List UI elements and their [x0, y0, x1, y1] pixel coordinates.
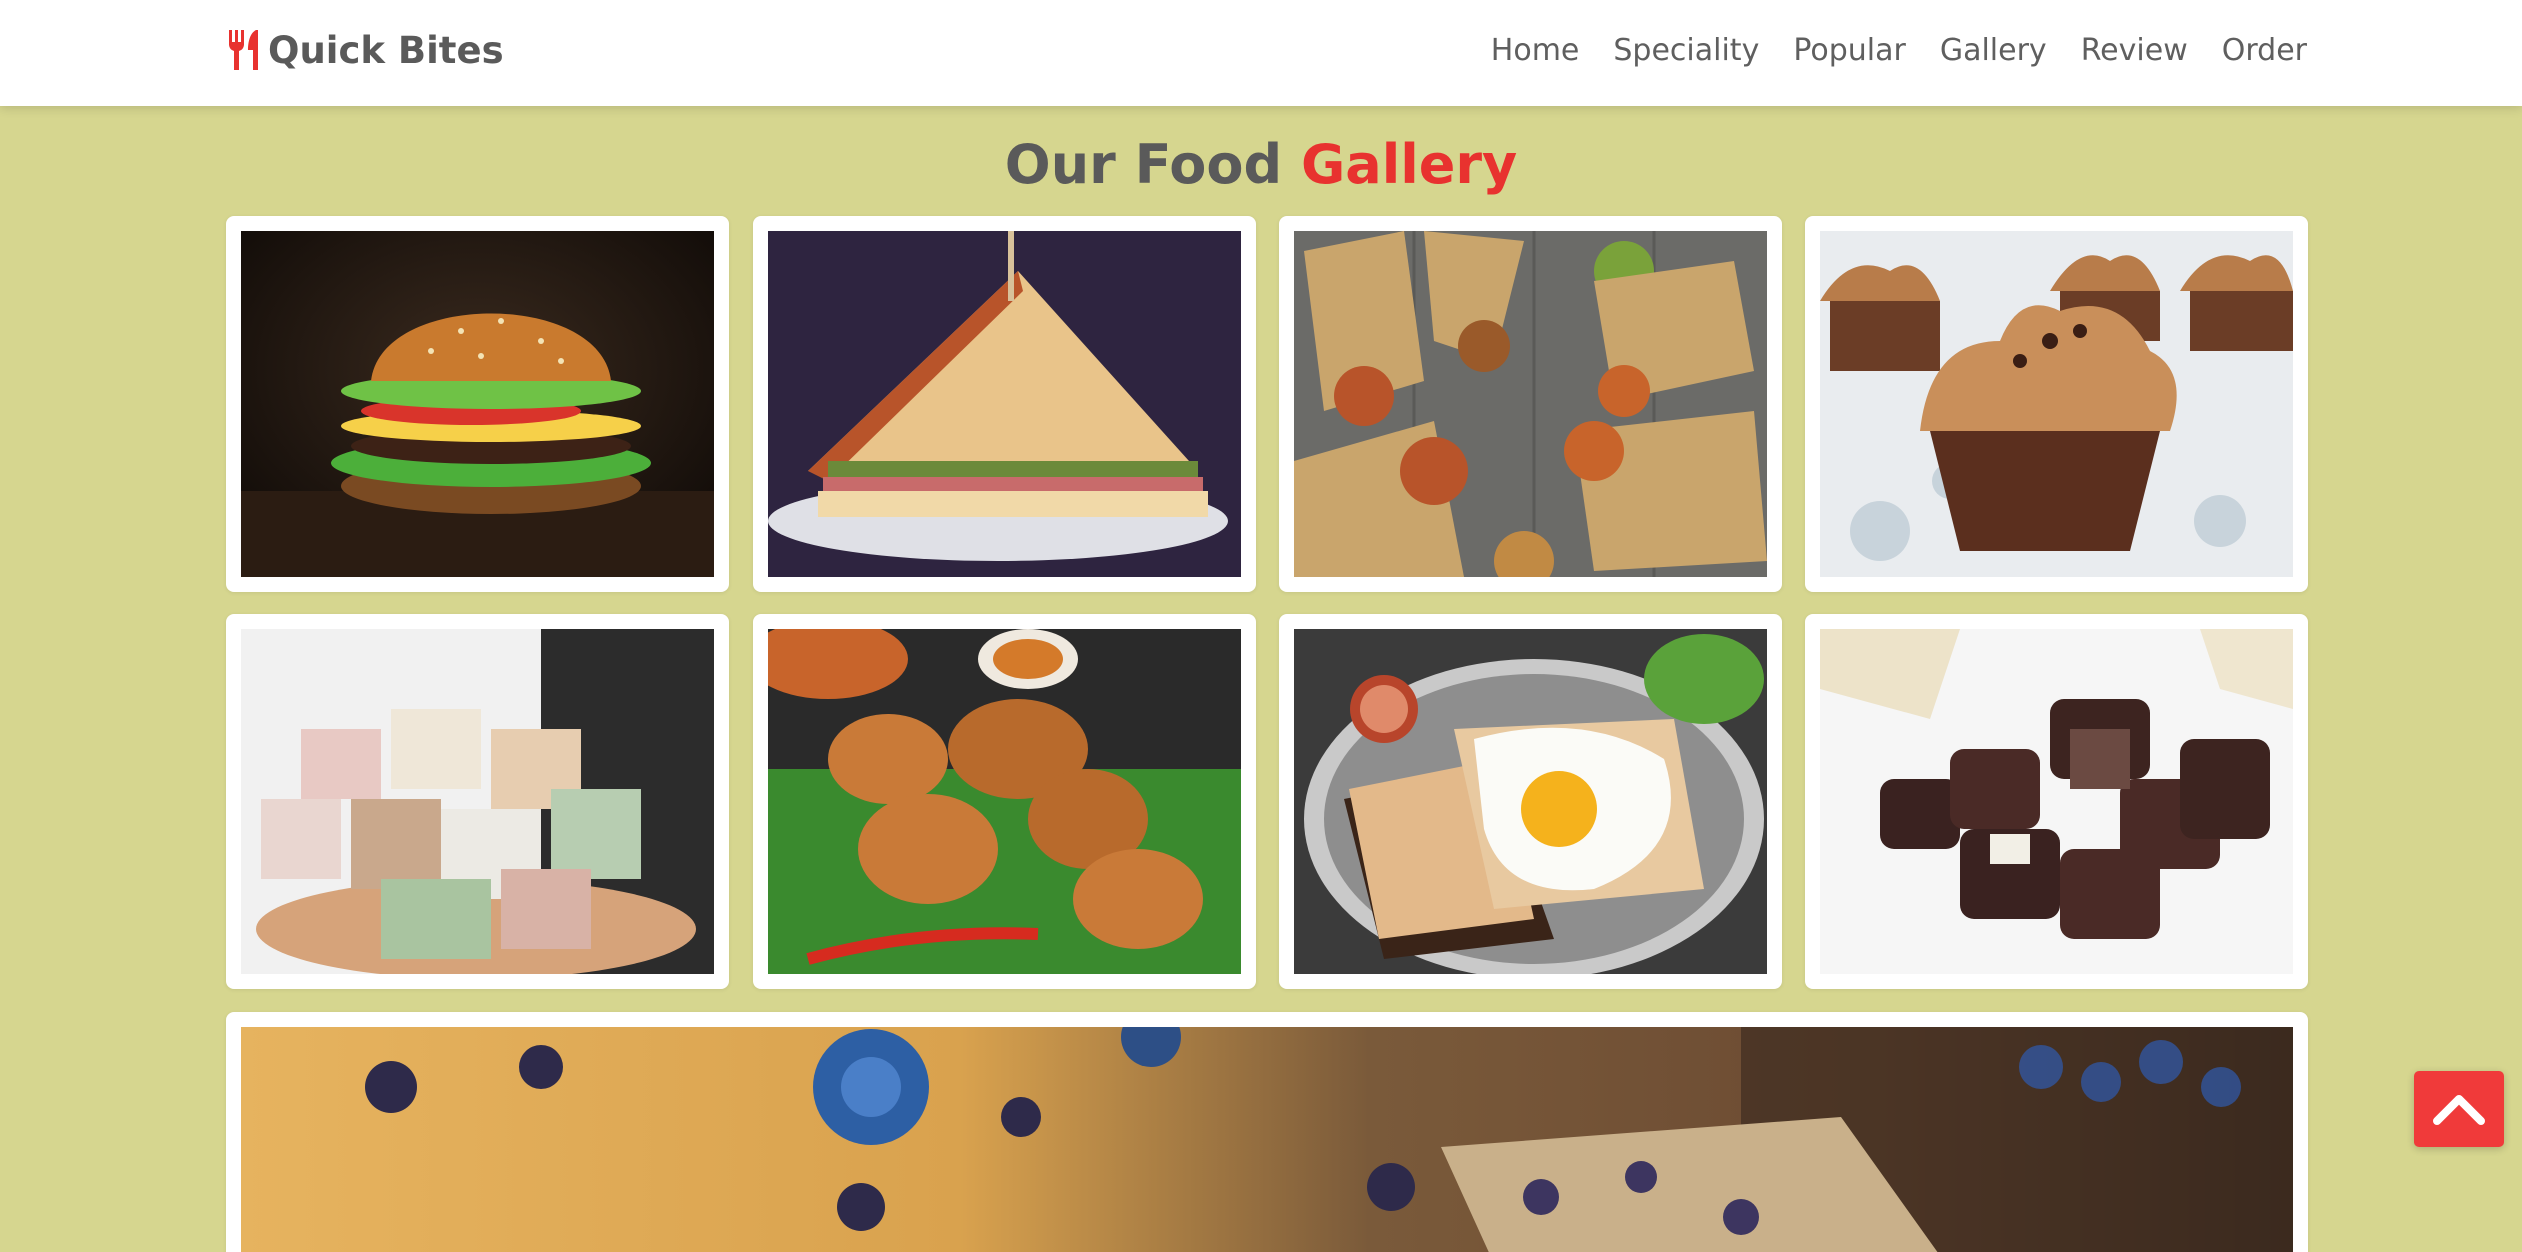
fork-knife-icon — [226, 28, 264, 72]
nav-home[interactable]: Home — [1491, 33, 1580, 68]
gallery-card-chocolates[interactable] — [1805, 614, 2308, 989]
fried-chicken-image — [768, 629, 1241, 974]
burger-image — [241, 231, 714, 577]
gallery-card-egg-toast[interactable] — [1279, 614, 1782, 989]
nav-speciality[interactable]: Speciality — [1613, 33, 1759, 68]
gallery-card-burger[interactable] — [226, 216, 729, 592]
blueberry-bread-image — [241, 1027, 2293, 1252]
gallery-card-blueberry-bread[interactable] — [226, 1012, 2308, 1252]
wraps-image — [1294, 231, 1767, 577]
cupcakes-image — [1820, 231, 2293, 577]
nav-popular[interactable]: Popular — [1793, 33, 1906, 68]
soap-cubes-image — [241, 629, 714, 974]
site-header: Quick Bites Home Speciality Popular Gall… — [0, 0, 2522, 106]
nav-gallery[interactable]: Gallery — [1940, 33, 2047, 68]
gallery-card-soap-cubes[interactable] — [226, 614, 729, 989]
gallery-card-fried-chicken[interactable] — [753, 614, 1256, 989]
egg-toast-image — [1294, 629, 1767, 974]
nav-order[interactable]: Order — [2222, 33, 2307, 68]
brand-name: Quick Bites — [268, 28, 504, 72]
brand-logo[interactable]: Quick Bites — [226, 24, 504, 76]
main-nav: Home Speciality Popular Gallery Review O… — [1491, 28, 2307, 72]
heading-accent: Gallery — [1300, 133, 1518, 196]
gallery-card-sandwich[interactable] — [753, 216, 1256, 592]
nav-review[interactable]: Review — [2081, 33, 2188, 68]
heading-plain: Our Food — [1004, 133, 1283, 196]
chevron-up-icon — [2433, 1095, 2485, 1125]
gallery-heading: Our Food Gallery — [0, 130, 2522, 200]
chocolates-image — [1820, 629, 2293, 974]
gallery-card-wraps[interactable] — [1279, 216, 1782, 592]
sandwich-image — [768, 231, 1241, 577]
scroll-top-button[interactable] — [2414, 1071, 2504, 1147]
gallery-card-cupcakes[interactable] — [1805, 216, 2308, 592]
